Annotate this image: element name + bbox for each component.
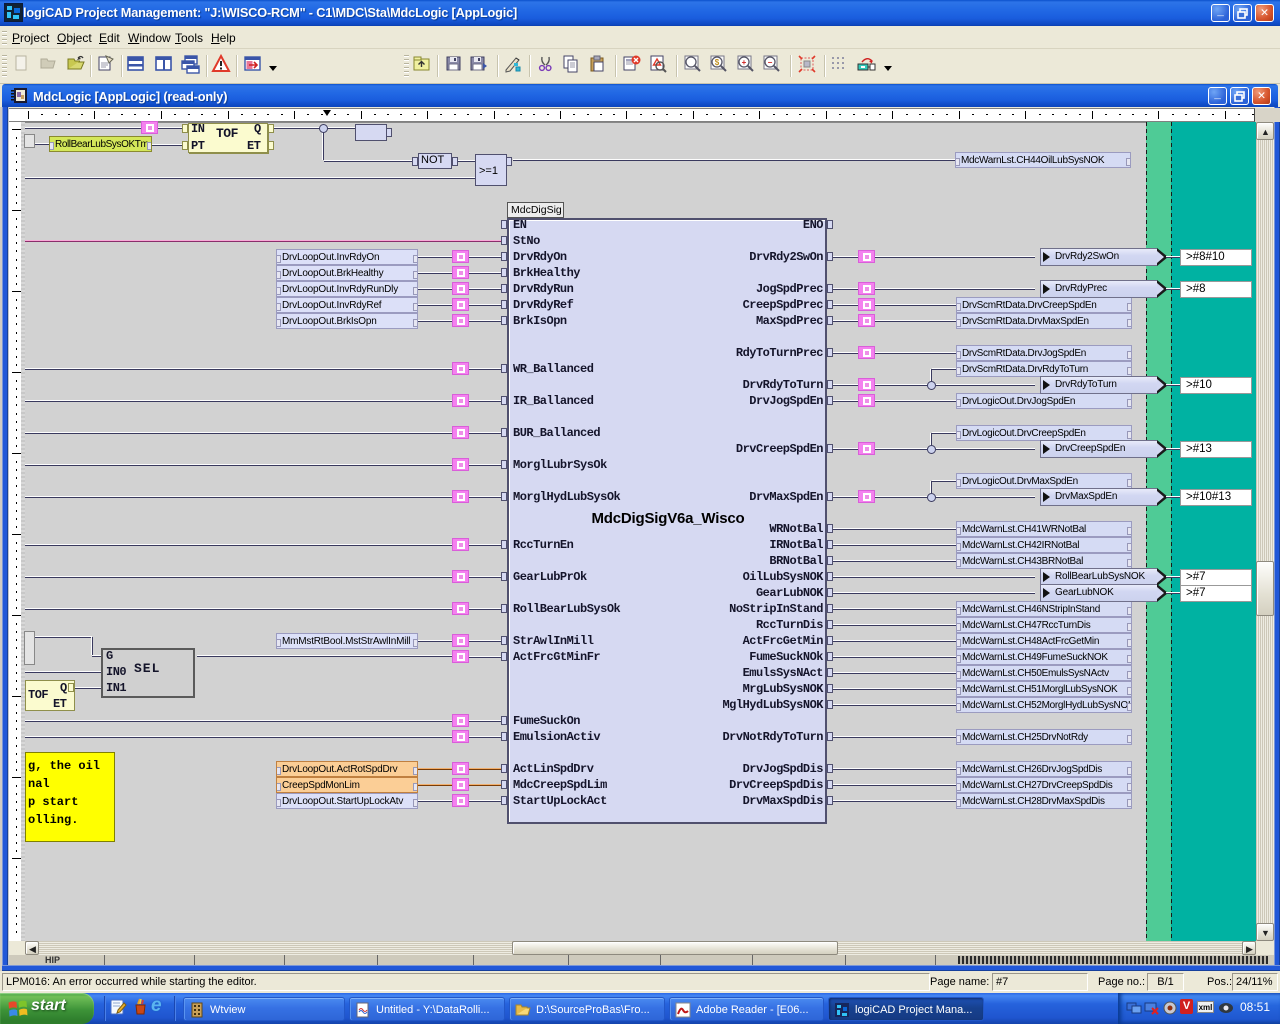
svg-text:$: $ [715, 58, 720, 67]
svg-text:+: + [742, 58, 747, 67]
svg-text:−: − [768, 58, 773, 67]
